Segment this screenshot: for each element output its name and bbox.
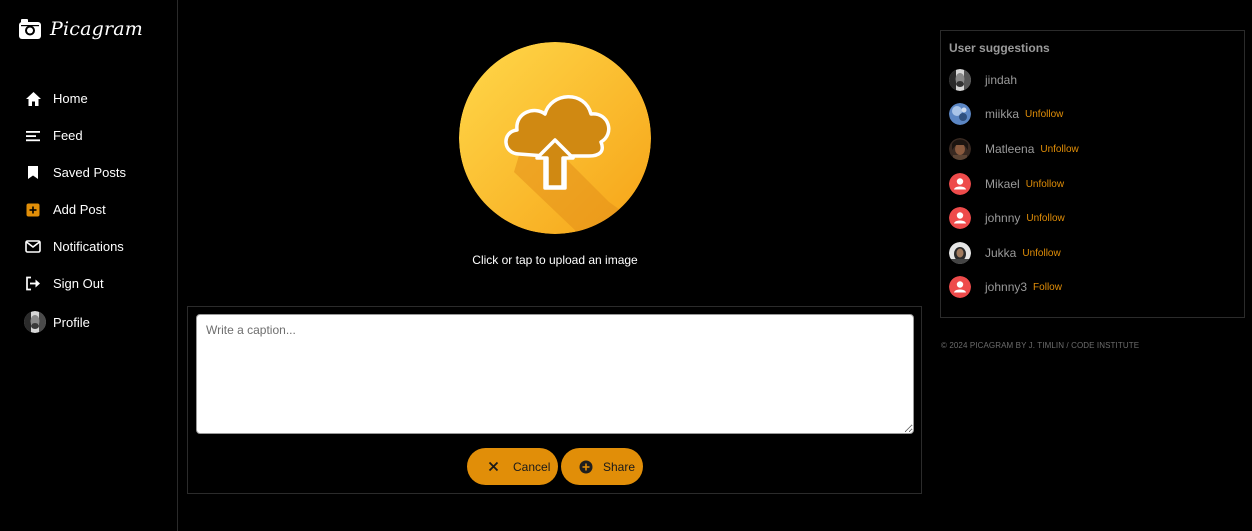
list-item[interactable]: Jukka Unfollow <box>949 241 1061 265</box>
username[interactable]: Matleena <box>985 142 1034 156</box>
nav-item-label: Saved Posts <box>53 165 126 180</box>
nav-item-label: Sign Out <box>53 276 104 291</box>
nav-item-notifications[interactable]: Notifications <box>24 228 126 265</box>
follow-button[interactable]: Follow <box>1033 282 1062 293</box>
unfollow-button[interactable]: Unfollow <box>1025 109 1063 120</box>
list-item[interactable]: Matleena Unfollow <box>949 137 1079 161</box>
nav-item-sign-out[interactable]: Sign Out <box>24 265 126 302</box>
nav-item-home[interactable]: Home <box>24 80 126 117</box>
plus-circle-icon <box>579 460 593 474</box>
nav-item-label: Profile <box>53 314 90 330</box>
nav-item-label: Add Post <box>53 202 106 217</box>
list-item[interactable]: miikka Unfollow <box>949 102 1063 126</box>
avatar <box>949 103 971 125</box>
default-avatar-icon <box>949 173 971 195</box>
list-item[interactable]: johnny3 Follow <box>949 275 1062 299</box>
share-button[interactable]: Share <box>561 448 643 485</box>
unfollow-button[interactable]: Unfollow <box>1040 144 1078 155</box>
feed-icon <box>24 127 42 145</box>
nav-item-add-post[interactable]: Add Post <box>24 191 126 228</box>
sign-out-icon <box>24 275 42 293</box>
avatar <box>949 69 971 91</box>
post-form: Cancel Share <box>187 306 922 494</box>
brand-logo[interactable]: Picagram <box>18 18 143 40</box>
nav-item-feed[interactable]: Feed <box>24 117 126 154</box>
list-item[interactable]: jindah <box>949 68 1023 92</box>
brand-name: Picagram <box>50 18 144 40</box>
close-icon <box>486 460 500 474</box>
unfollow-button[interactable]: Unfollow <box>1026 213 1064 224</box>
upload-instruction[interactable]: Click or tap to upload an image <box>390 253 720 267</box>
username[interactable]: johnny <box>985 211 1020 225</box>
username[interactable]: miikka <box>985 107 1019 121</box>
default-avatar-icon <box>949 207 971 229</box>
nav-item-profile[interactable]: Profile <box>24 302 126 342</box>
list-item[interactable]: Mikael Unfollow <box>949 172 1064 196</box>
unfollow-button[interactable]: Unfollow <box>1026 179 1064 190</box>
avatar <box>949 242 971 264</box>
username[interactable]: jindah <box>985 73 1017 87</box>
nav-item-label: Notifications <box>53 239 124 254</box>
footer-credit: © 2024 PICAGRAM BY J. TIMLIN / CODE INST… <box>941 341 1140 350</box>
nav-item-saved-posts[interactable]: Saved Posts <box>24 154 126 191</box>
nav-item-label: Home <box>53 91 88 106</box>
avatar <box>24 311 46 333</box>
list-item[interactable]: johnny Unfollow <box>949 206 1065 230</box>
home-icon <box>24 90 42 108</box>
bookmark-icon <box>24 164 42 182</box>
user-suggestions-panel: User suggestions jindah miikka Unfollow … <box>940 30 1245 318</box>
cancel-label: Cancel <box>513 459 551 474</box>
cancel-button[interactable]: Cancel <box>467 448 558 485</box>
main-nav: Home Feed Saved Posts Add Post Notificat… <box>24 80 126 342</box>
share-label: Share <box>603 459 636 474</box>
camera-icon <box>19 19 41 39</box>
cloud-upload-icon <box>459 42 651 234</box>
mail-icon <box>24 238 42 256</box>
unfollow-button[interactable]: Unfollow <box>1022 248 1060 259</box>
username[interactable]: Mikael <box>985 177 1020 191</box>
avatar <box>949 138 971 160</box>
sidebar: Picagram Home Feed Saved Posts Add Post <box>0 0 178 531</box>
add-post-icon <box>24 201 42 219</box>
upload-image-button[interactable] <box>459 42 651 234</box>
username[interactable]: Jukka <box>985 246 1016 260</box>
username[interactable]: johnny3 <box>985 280 1027 294</box>
nav-item-label: Feed <box>53 128 83 143</box>
suggestions-title: User suggestions <box>949 41 1050 55</box>
default-avatar-icon <box>949 276 971 298</box>
caption-input[interactable] <box>196 314 914 434</box>
